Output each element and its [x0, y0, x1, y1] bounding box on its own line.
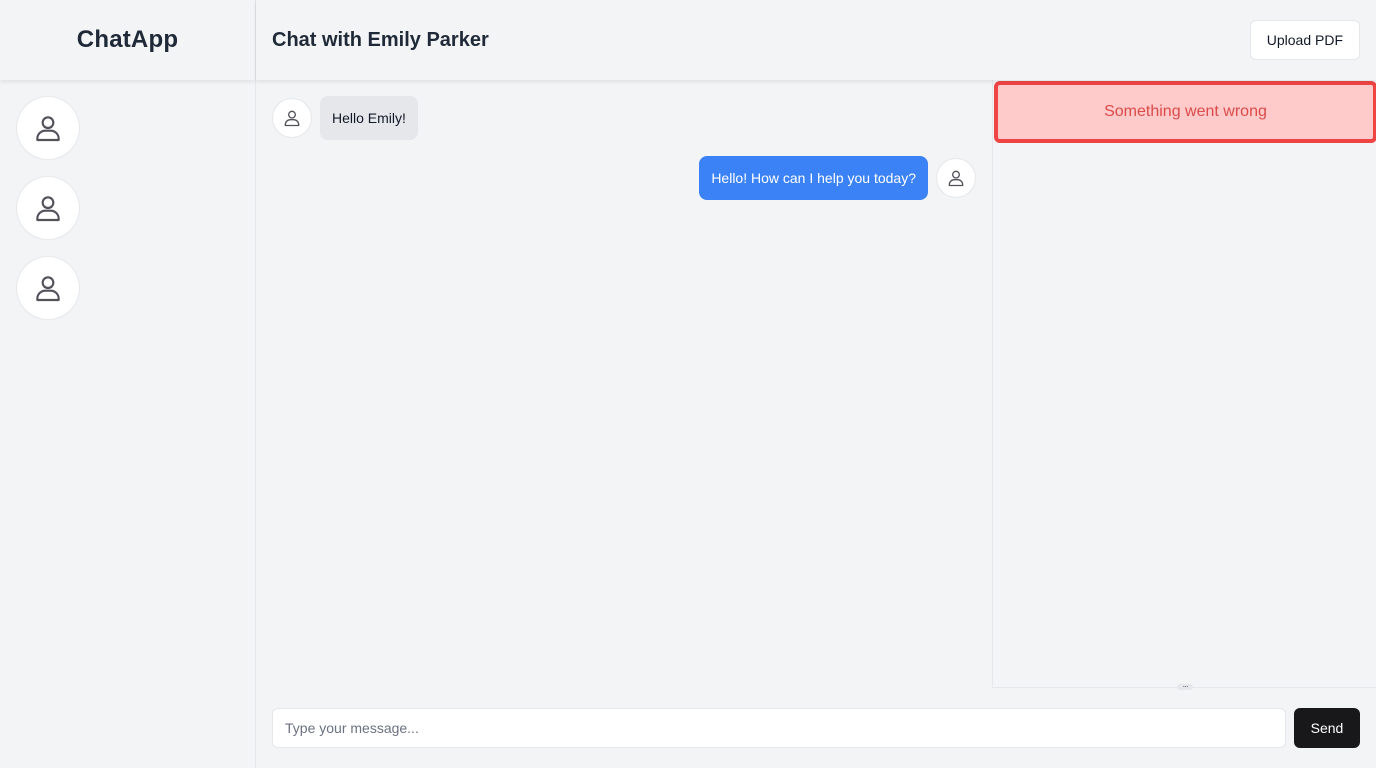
recipient-avatar [936, 158, 976, 198]
sidebar: ChatApp [0, 0, 256, 768]
upload-pdf-button[interactable]: Upload PDF [1249, 20, 1360, 60]
sender-avatar [272, 98, 312, 138]
message-input[interactable] [272, 708, 1286, 748]
chat-app: ChatApp Chat with Emily Parker Upload PD… [0, 0, 1376, 768]
message-row-incoming: Hello Emily! [272, 96, 976, 140]
message-row-outgoing: Hello! How can I help you today? [272, 156, 976, 200]
chat-content: Hello Emily! Hello! How can I help you t… [256, 80, 1376, 691]
user-icon [36, 196, 60, 222]
send-button[interactable]: Send [1294, 708, 1360, 748]
user-icon [36, 276, 60, 302]
error-alert: Something went wrong [994, 81, 1376, 143]
chat-title: Chat with Emily Parker [272, 28, 489, 51]
error-message: Something went wrong [1104, 103, 1267, 120]
chat-header: Chat with Emily Parker Upload PDF [256, 0, 1376, 80]
main-area: Chat with Emily Parker Upload PDF Hello … [256, 0, 1376, 768]
app-logo-text: ChatApp [76, 26, 179, 53]
message-bubble-outgoing: Hello! How can I help you today? [699, 156, 928, 200]
contact-avatar-3[interactable] [16, 256, 80, 320]
message-list[interactable]: Hello Emily! Hello! How can I help you t… [256, 80, 992, 688]
user-icon [948, 170, 964, 187]
user-icon [36, 116, 60, 142]
contact-avatar-1[interactable] [16, 96, 80, 160]
contact-list [0, 80, 255, 320]
user-icon [284, 110, 300, 127]
contact-avatar-2[interactable] [16, 176, 80, 240]
message-bubble-incoming: Hello Emily! [320, 96, 418, 140]
sidebar-header: ChatApp [0, 0, 255, 80]
message-composer: Send [256, 688, 1376, 768]
pdf-panel: Something went wrong ··· [992, 80, 1376, 691]
